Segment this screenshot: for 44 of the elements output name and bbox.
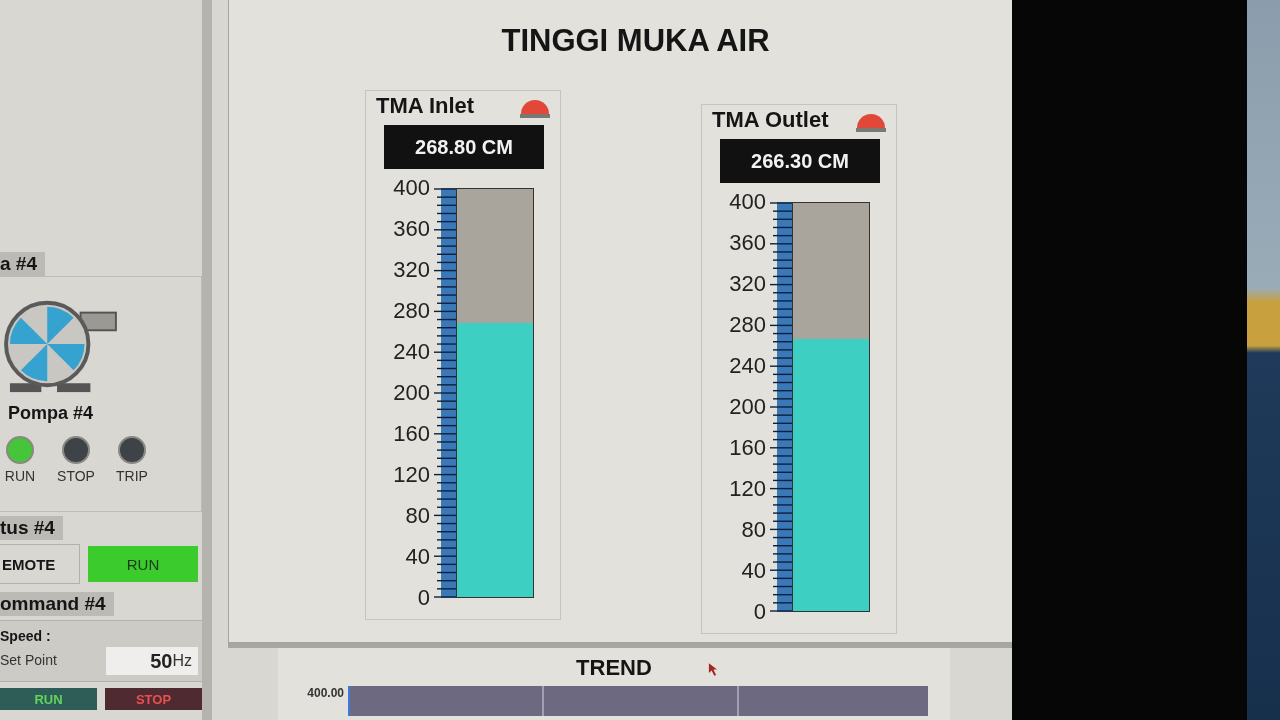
scale-label: 120 bbox=[393, 464, 430, 486]
panel-heading: ommand #4 bbox=[0, 592, 114, 616]
lamp-label: TRIP bbox=[116, 468, 148, 484]
command-button[interactable]: STOP bbox=[105, 688, 202, 710]
scale-label: 200 bbox=[393, 382, 430, 404]
scale-label: 160 bbox=[729, 437, 766, 459]
lamp-label: STOP bbox=[57, 468, 95, 484]
gauge-label: TMA Inlet bbox=[376, 93, 475, 119]
scale-label: 400 bbox=[393, 177, 430, 199]
axis-label: 400.00 bbox=[306, 686, 345, 700]
scale-label: 240 bbox=[393, 341, 430, 363]
scale-label: 40 bbox=[741, 560, 766, 582]
scale-label: 0 bbox=[417, 587, 430, 609]
speed-label: Speed : bbox=[0, 627, 52, 645]
run-status-indicator: RUN bbox=[88, 546, 198, 582]
scale-label: 400 bbox=[729, 191, 766, 213]
scale-label: 360 bbox=[393, 218, 430, 240]
scale-label: 160 bbox=[393, 423, 430, 445]
scale-label: 320 bbox=[729, 273, 766, 295]
pump-label: Pompa #4 bbox=[8, 402, 94, 424]
lamp-label: RUN bbox=[4, 468, 36, 484]
scale-label: 360 bbox=[729, 232, 766, 254]
gauge-reading: 268.80 CM bbox=[384, 125, 544, 169]
scale-label: 200 bbox=[729, 396, 766, 418]
setpoint-label: Set Point bbox=[0, 651, 57, 669]
panel-title: TINGGI MUKA AIR bbox=[500, 22, 770, 60]
panel-heading: a #4 bbox=[0, 252, 45, 276]
scale-label: 280 bbox=[729, 314, 766, 336]
panel-heading: tus #4 bbox=[0, 516, 63, 540]
mode-display: EMOTE bbox=[0, 544, 80, 584]
scale-label: 40 bbox=[405, 546, 430, 568]
trend-title: TREND bbox=[576, 656, 652, 680]
scale-label: 80 bbox=[741, 519, 766, 541]
scale-label: 120 bbox=[729, 478, 766, 500]
gauge-label: TMA Outlet bbox=[712, 107, 829, 133]
scale-label: 0 bbox=[753, 601, 766, 623]
command-button[interactable]: RUN bbox=[0, 688, 97, 710]
scale-label: 80 bbox=[405, 505, 430, 527]
pointer-icon bbox=[708, 662, 717, 677]
scale-label: 320 bbox=[393, 259, 430, 281]
scale-label: 240 bbox=[729, 355, 766, 377]
setpoint-field[interactable]: 50Hz bbox=[106, 647, 198, 675]
scale-label: 280 bbox=[393, 300, 430, 322]
gauge-reading: 266.30 CM bbox=[720, 139, 880, 183]
